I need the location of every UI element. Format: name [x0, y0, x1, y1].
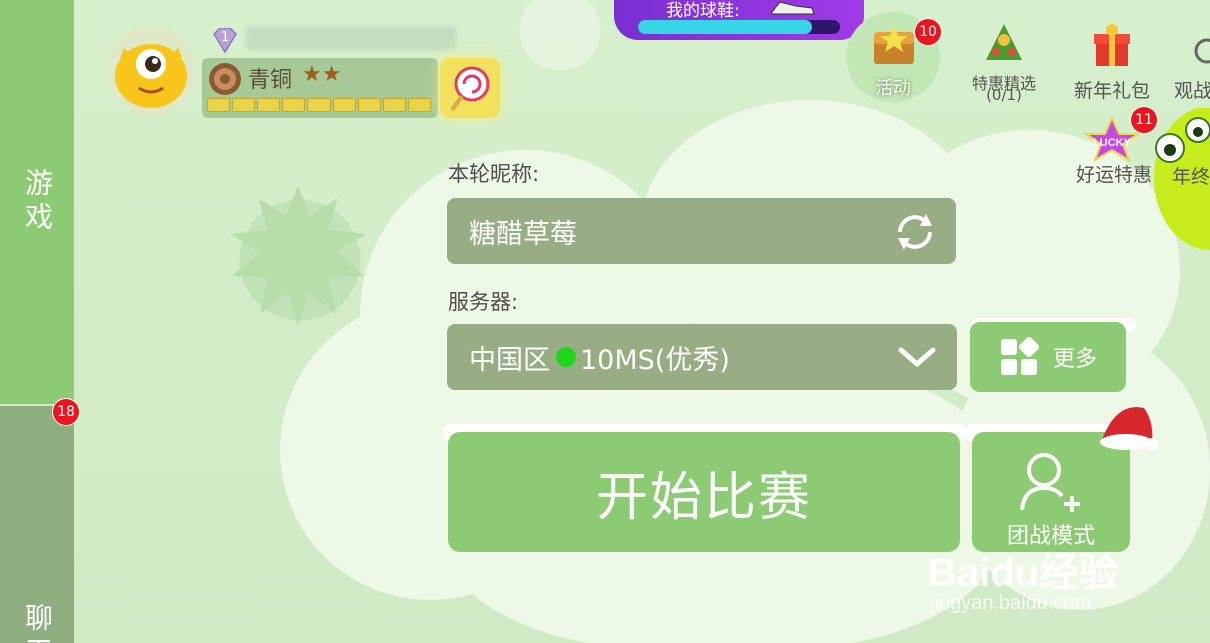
nickname-value: 糖醋草莓	[469, 218, 577, 250]
special-offer-button[interactable]: 特惠精选 (0/1)	[964, 22, 1044, 104]
watch-button[interactable]: 观战	[1170, 22, 1210, 102]
gift-tree-icon	[986, 24, 1022, 60]
rank-label: 青铜	[248, 68, 293, 93]
sneaker-progress-fill	[638, 20, 812, 34]
nickname-field[interactable]: 糖醋草莓	[447, 198, 956, 264]
grid-apps-icon	[1000, 337, 1039, 375]
start-match-button[interactable]: 开始比赛	[448, 432, 960, 552]
add-user-icon	[1020, 453, 1080, 512]
bronze-medal-icon	[209, 63, 241, 95]
more-servers-button[interactable]: 更多	[970, 322, 1126, 392]
server-status-dot	[556, 347, 576, 367]
refresh-icon[interactable]	[892, 212, 938, 252]
year-end-label: 年终	[1172, 166, 1210, 188]
rank-progress-bar	[207, 98, 431, 112]
baidu-watermark: Baidu经验	[928, 551, 1120, 595]
server-select[interactable]: 中国区 10MS(优秀)	[447, 324, 957, 390]
special-offer-count: (0/1)	[986, 86, 1022, 104]
sidebar-tab-game-label: 游戏	[21, 168, 54, 236]
sneaker-event-label: 我的球鞋:	[666, 1, 740, 21]
avatar[interactable]	[106, 26, 196, 116]
lollipop-button[interactable]	[440, 58, 500, 118]
spiky-ball-decoration	[230, 186, 366, 326]
svg-text:LUCKY: LUCKY	[1093, 137, 1132, 149]
santa-hat-icon	[1100, 407, 1158, 450]
new-year-gift-button[interactable]: 新年礼包	[1064, 22, 1160, 102]
start-match-label: 开始比赛	[595, 467, 812, 528]
watch-label: 观战	[1174, 80, 1210, 102]
yellow-monster-icon	[115, 44, 187, 108]
player-name-blurred	[246, 26, 456, 50]
sidebar-tab-game[interactable]: 游戏	[0, 0, 74, 404]
sneaker-icon	[771, 1, 815, 15]
lollipop-icon	[450, 66, 490, 112]
nickname-label: 本轮昵称:	[448, 162, 540, 186]
server-region: 中国区	[469, 344, 550, 376]
treasure-chest-icon	[874, 26, 914, 64]
server-latency: 10MS(优秀)	[580, 344, 730, 376]
chevron-down-icon	[898, 347, 936, 367]
more-servers-label: 更多	[1052, 347, 1097, 372]
baidu-watermark-url: jingyan.baidu.com	[930, 592, 1092, 614]
year-end-button[interactable]: 年终	[1150, 108, 1210, 258]
server-label: 服务器:	[448, 290, 519, 314]
activity-badge: 10	[914, 18, 942, 46]
gift-box-icon	[1094, 24, 1130, 66]
lucky-offer-label: 好运特惠	[1075, 164, 1152, 186]
eye-icon	[1194, 38, 1210, 64]
sidebar-tab-chat[interactable]: 聊天	[0, 406, 74, 643]
sneaker-progress-bar	[638, 20, 840, 34]
level-number: 1	[221, 30, 230, 45]
level-diamond-icon: 1	[210, 27, 240, 54]
rank-stars: ★★	[302, 62, 342, 87]
chat-unread-badge: 18	[52, 398, 80, 426]
sidebar-tab-chat-label: 聊天	[21, 603, 54, 643]
activity-label: 活动	[875, 78, 911, 99]
new-year-gift-label: 新年礼包	[1073, 80, 1150, 102]
